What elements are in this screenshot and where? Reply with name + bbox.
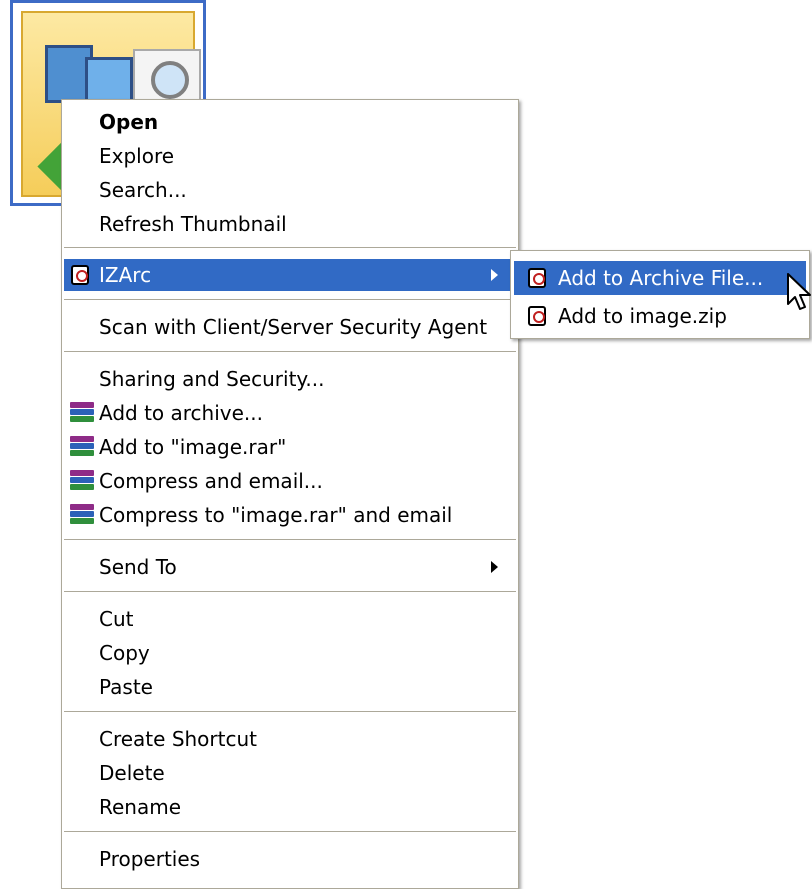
magnifier-icon — [151, 61, 189, 99]
menu-separator — [64, 831, 516, 832]
menu-item-label: Copy — [99, 641, 150, 665]
menu-item-label: Paste — [99, 675, 153, 699]
submenu-item-label: Add to image.zip — [558, 304, 727, 328]
menu-item-label: Explore — [99, 144, 175, 168]
menu-item-label: Scan with Client/Server Security Agent — [99, 315, 488, 339]
menu-item-create-shortcut[interactable]: Create Shortcut — [64, 723, 516, 755]
izarc-icon — [528, 268, 546, 288]
menu-item-paste[interactable]: Paste — [64, 671, 516, 703]
winrar-icon — [70, 436, 94, 458]
menu-item-scan-security-agent[interactable]: Scan with Client/Server Security Agent — [64, 311, 516, 343]
menu-item-label: Properties — [99, 847, 201, 871]
winrar-icon — [70, 504, 94, 526]
submenu-item-add-to-image-zip[interactable]: Add to image.zip — [514, 299, 806, 333]
menu-item-cut[interactable]: Cut — [64, 603, 516, 635]
menu-separator — [64, 591, 516, 592]
menu-item-izarc[interactable]: IZArc — [64, 259, 516, 291]
winrar-icon — [70, 402, 94, 424]
izarc-submenu: Add to Archive File... Add to image.zip — [510, 250, 810, 339]
menu-item-label: Refresh Thumbnail — [99, 212, 287, 236]
menu-item-open[interactable]: Open — [64, 106, 516, 138]
menu-item-label: Cut — [99, 607, 134, 631]
context-menu: Open Explore Search... Refresh Thumbnail… — [61, 99, 519, 889]
menu-separator — [64, 247, 516, 248]
submenu-item-label: Add to Archive File... — [558, 266, 764, 290]
menu-separator — [64, 351, 516, 352]
menu-item-add-to-archive[interactable]: Add to archive... — [64, 397, 516, 429]
menu-item-explore[interactable]: Explore — [64, 140, 516, 172]
menu-item-label: Search... — [99, 178, 187, 202]
menu-item-label: Sharing and Security... — [99, 367, 325, 391]
izarc-icon — [71, 265, 89, 285]
submenu-arrow-icon — [491, 269, 498, 281]
izarc-icon — [528, 306, 546, 326]
menu-separator — [64, 299, 516, 300]
menu-separator — [64, 711, 516, 712]
menu-item-copy[interactable]: Copy — [64, 637, 516, 669]
menu-item-label: Add to archive... — [99, 401, 263, 425]
menu-item-properties[interactable]: Properties — [64, 843, 516, 875]
mouse-cursor-icon — [787, 273, 811, 310]
submenu-arrow-icon — [491, 561, 498, 573]
menu-item-compress-and-email[interactable]: Compress and email... — [64, 465, 516, 497]
menu-separator — [64, 539, 516, 540]
menu-item-label: Compress and email... — [99, 469, 323, 493]
menu-item-label: Send To — [99, 555, 177, 579]
menu-item-rename[interactable]: Rename — [64, 791, 516, 823]
menu-item-label: Compress to "image.rar" and email — [99, 503, 453, 527]
menu-item-search[interactable]: Search... — [64, 174, 516, 206]
submenu-item-add-to-archive-file[interactable]: Add to Archive File... — [514, 261, 806, 295]
menu-item-delete[interactable]: Delete — [64, 757, 516, 789]
menu-item-label: Add to "image.rar" — [99, 435, 287, 459]
menu-item-label: IZArc — [99, 263, 152, 287]
menu-item-label: Rename — [99, 795, 182, 819]
menu-item-send-to[interactable]: Send To — [64, 551, 516, 583]
menu-item-label: Create Shortcut — [99, 727, 257, 751]
menu-item-refresh-thumbnail[interactable]: Refresh Thumbnail — [64, 208, 516, 240]
menu-item-label: Open — [99, 110, 159, 134]
winrar-icon — [70, 470, 94, 492]
menu-item-compress-to-image-rar-and-email[interactable]: Compress to "image.rar" and email — [64, 499, 516, 531]
menu-item-add-to-image-rar[interactable]: Add to "image.rar" — [64, 431, 516, 463]
menu-item-label: Delete — [99, 761, 165, 785]
menu-item-sharing-security[interactable]: Sharing and Security... — [64, 363, 516, 395]
